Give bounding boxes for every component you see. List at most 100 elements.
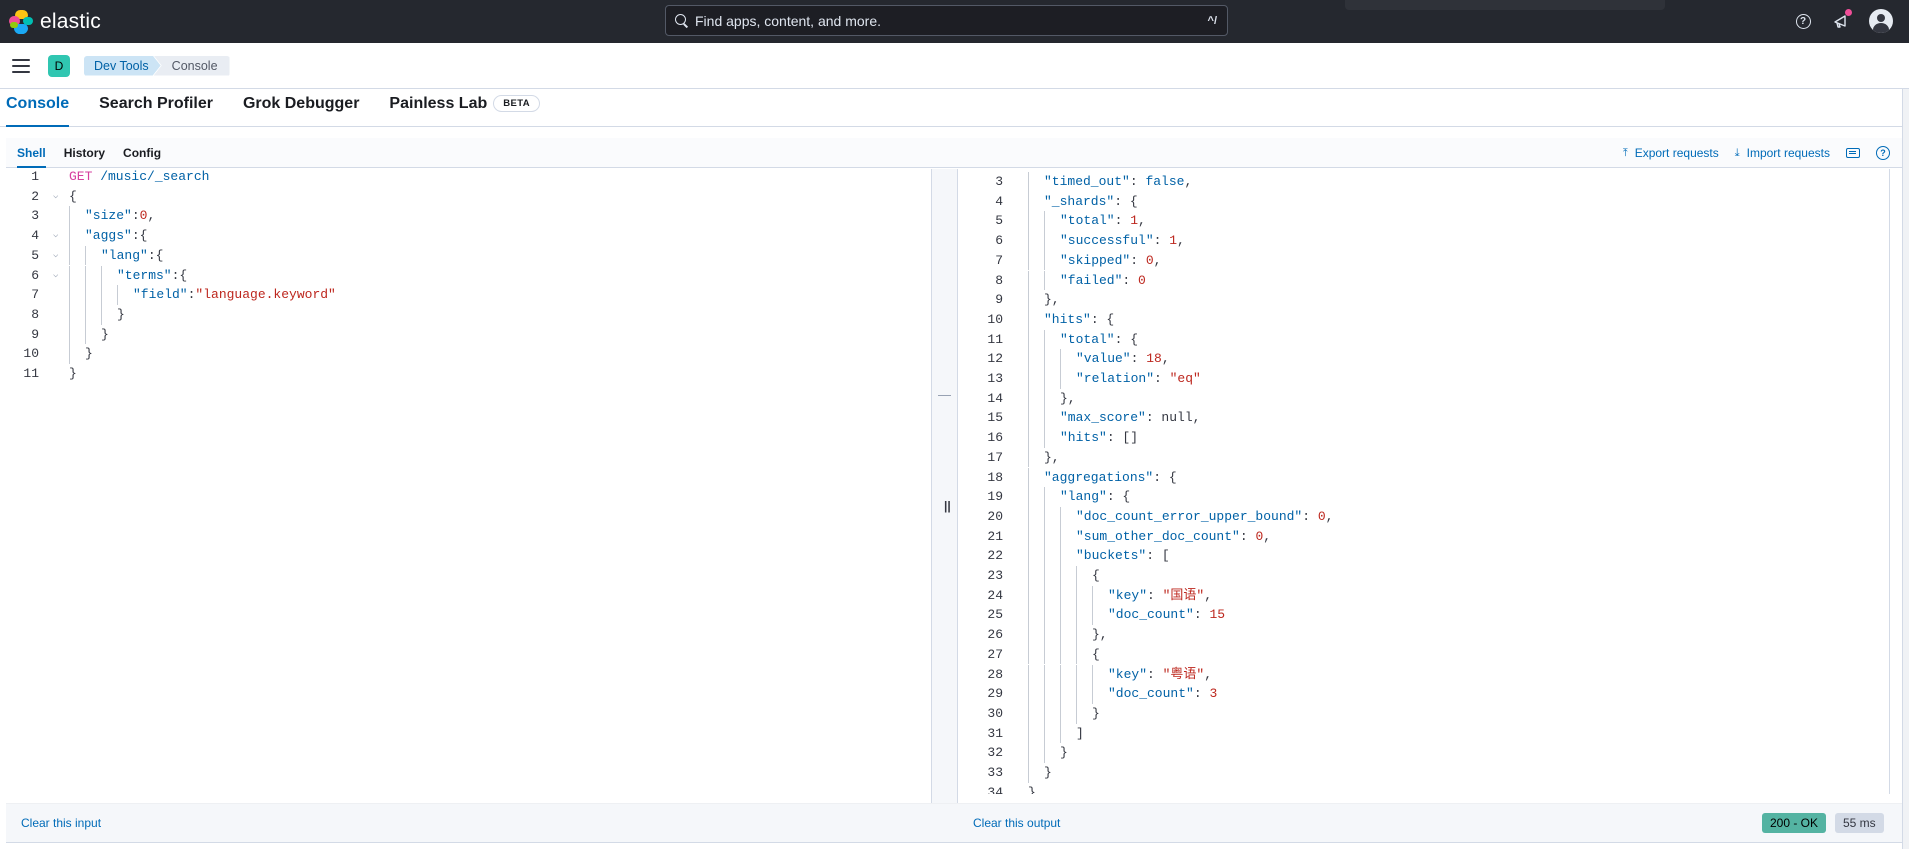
line-number: 30 (987, 705, 1003, 721)
help-menu-button[interactable]: ? (1793, 11, 1813, 31)
bottom-strip (6, 842, 1902, 849)
line-number: 28 (987, 666, 1003, 682)
code-line: "relation": "eq" (1076, 369, 1201, 389)
breadcrumb-dev-tools[interactable]: Dev Tools (84, 56, 161, 76)
status-badge: 200 - OK (1762, 813, 1827, 833)
code-token: } (85, 346, 93, 362)
indent-guide (1044, 388, 1045, 409)
console-actions: ⤒ Export requests ⤓ Import requests ? (1623, 138, 1902, 168)
indent-guide (1028, 487, 1029, 507)
user-avatar[interactable] (1869, 9, 1893, 33)
line-number: 3 (31, 208, 39, 224)
indent-guide (101, 285, 102, 305)
response-output[interactable]: 3 "timed_out": false, 4 "_shards": {5 "total… (958, 169, 1889, 794)
code-token: "value" (1076, 351, 1131, 367)
beta-badge: BETA (493, 95, 541, 112)
indent-guide (1028, 428, 1029, 448)
help-icon: ? (1795, 13, 1811, 29)
line-number: 9 (995, 292, 1003, 308)
indent-guide (1044, 546, 1045, 566)
code-line: "lang": { (1060, 487, 1130, 507)
keyboard-shortcuts-icon[interactable] (1846, 148, 1860, 158)
indent-guide (1076, 605, 1077, 626)
fold-chevron-icon[interactable]: ⌵ (53, 226, 58, 246)
page-scrollbar[interactable] (1902, 89, 1909, 849)
console-help-icon[interactable]: ? (1876, 146, 1890, 160)
code-token: { (69, 188, 77, 204)
indent-guide (1044, 369, 1045, 389)
tab-painless-lab[interactable]: Painless Lab BETA (389, 88, 541, 126)
hamburger-menu-icon[interactable] (12, 58, 30, 73)
code-line: } (1044, 763, 1052, 783)
tab-search-profiler[interactable]: Search Profiler (99, 88, 213, 126)
import-icon: ⤓ (1734, 146, 1740, 159)
code-token: :{ (147, 247, 164, 263)
clear-output-link[interactable]: Clear this output (973, 816, 1060, 830)
line-number: 14 (987, 390, 1003, 406)
indent-guide (1060, 625, 1061, 645)
indent-guide (1076, 625, 1077, 645)
code-token: } (1028, 784, 1036, 794)
code-token: : [ (1146, 548, 1170, 564)
indent-guide (1060, 723, 1061, 744)
indent-guide (85, 245, 86, 266)
pane-resizer[interactable]: || (931, 169, 958, 803)
code-token: { (1092, 568, 1100, 583)
search-input[interactable] (695, 12, 1208, 29)
request-editor[interactable]: 1 GET /music/_search 2 ⌵ {3 "size":0, 4 ⌵ "aggs"… (6, 169, 931, 803)
line-number: 25 (987, 607, 1003, 623)
fold-chevron-icon[interactable]: ⌵ (53, 187, 58, 207)
subtab-shell[interactable]: Shell (17, 138, 46, 168)
indent-guide (1028, 625, 1029, 645)
code-token: : { (1106, 489, 1131, 505)
line-number: 10 (23, 346, 39, 362)
line-number: 17 (987, 449, 1003, 465)
export-icon: ⤒ (1622, 146, 1628, 159)
line-number: 6 (995, 233, 1003, 249)
fold-chevron-icon[interactable]: ⌵ (53, 246, 58, 266)
elastic-logo-icon (9, 9, 33, 34)
notification-dot (1845, 9, 1852, 16)
subtab-history[interactable]: History (64, 138, 105, 168)
code-token: "sum_other_doc_count" (1076, 528, 1240, 544)
indent-guide (1044, 743, 1045, 763)
top-header: elastic ^/ ? (0, 0, 1909, 43)
code-token: } (1092, 705, 1100, 721)
code-token: "国语" (1162, 587, 1205, 603)
code-token: , (1204, 587, 1213, 603)
code-token: "hits" (1060, 430, 1107, 446)
line-number: 24 (987, 587, 1003, 603)
line-number: 2 (31, 188, 39, 204)
import-requests-button[interactable]: ⤓ Import requests (1735, 146, 1830, 160)
resizer-mark (938, 395, 951, 396)
breadcrumb-console: Console (153, 55, 230, 76)
code-line: "value": 18, (1076, 349, 1170, 369)
code-token: 1 (1130, 213, 1139, 229)
clear-input-link[interactable]: Clear this input (21, 816, 101, 830)
code-token: : (1130, 351, 1147, 367)
tab-grok-debugger[interactable]: Grok Debugger (243, 88, 359, 126)
fold-chevron-icon[interactable]: ⌵ (53, 266, 58, 286)
code-token: "size" (85, 208, 132, 224)
code-token: } (69, 366, 77, 381)
indent-guide (1028, 703, 1029, 724)
code-token: "skipped" (1060, 252, 1131, 268)
subtab-config[interactable]: Config (123, 138, 161, 168)
code-token: : (1147, 587, 1163, 603)
code-token: } (101, 326, 109, 342)
code-line: { (1092, 645, 1100, 665)
space-avatar[interactable]: D (48, 54, 70, 77)
global-search[interactable]: ^/ (665, 5, 1228, 36)
elastic-logo[interactable]: elastic (9, 9, 101, 34)
code-token: } (117, 306, 125, 322)
indent-guide (101, 304, 102, 325)
tab-console[interactable]: Console (6, 88, 70, 127)
code-token: : (1153, 233, 1170, 249)
output-scrollbar[interactable] (1889, 169, 1902, 794)
tab-grok-debugger-label: Grok Debugger (242, 94, 360, 112)
news-feed-button[interactable] (1831, 9, 1852, 31)
code-line: "_shards": { (1044, 192, 1138, 212)
code-line: "buckets": [ (1076, 546, 1170, 566)
console-footer: Clear this input Clear this output 200 -… (6, 803, 1902, 842)
export-requests-button[interactable]: ⤒ Export requests (1623, 146, 1719, 160)
